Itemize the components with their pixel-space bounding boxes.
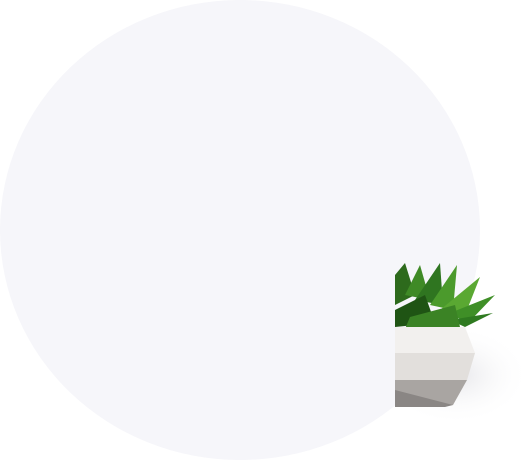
leaves xyxy=(395,263,495,329)
succulent-in-pot-icon xyxy=(395,263,530,425)
